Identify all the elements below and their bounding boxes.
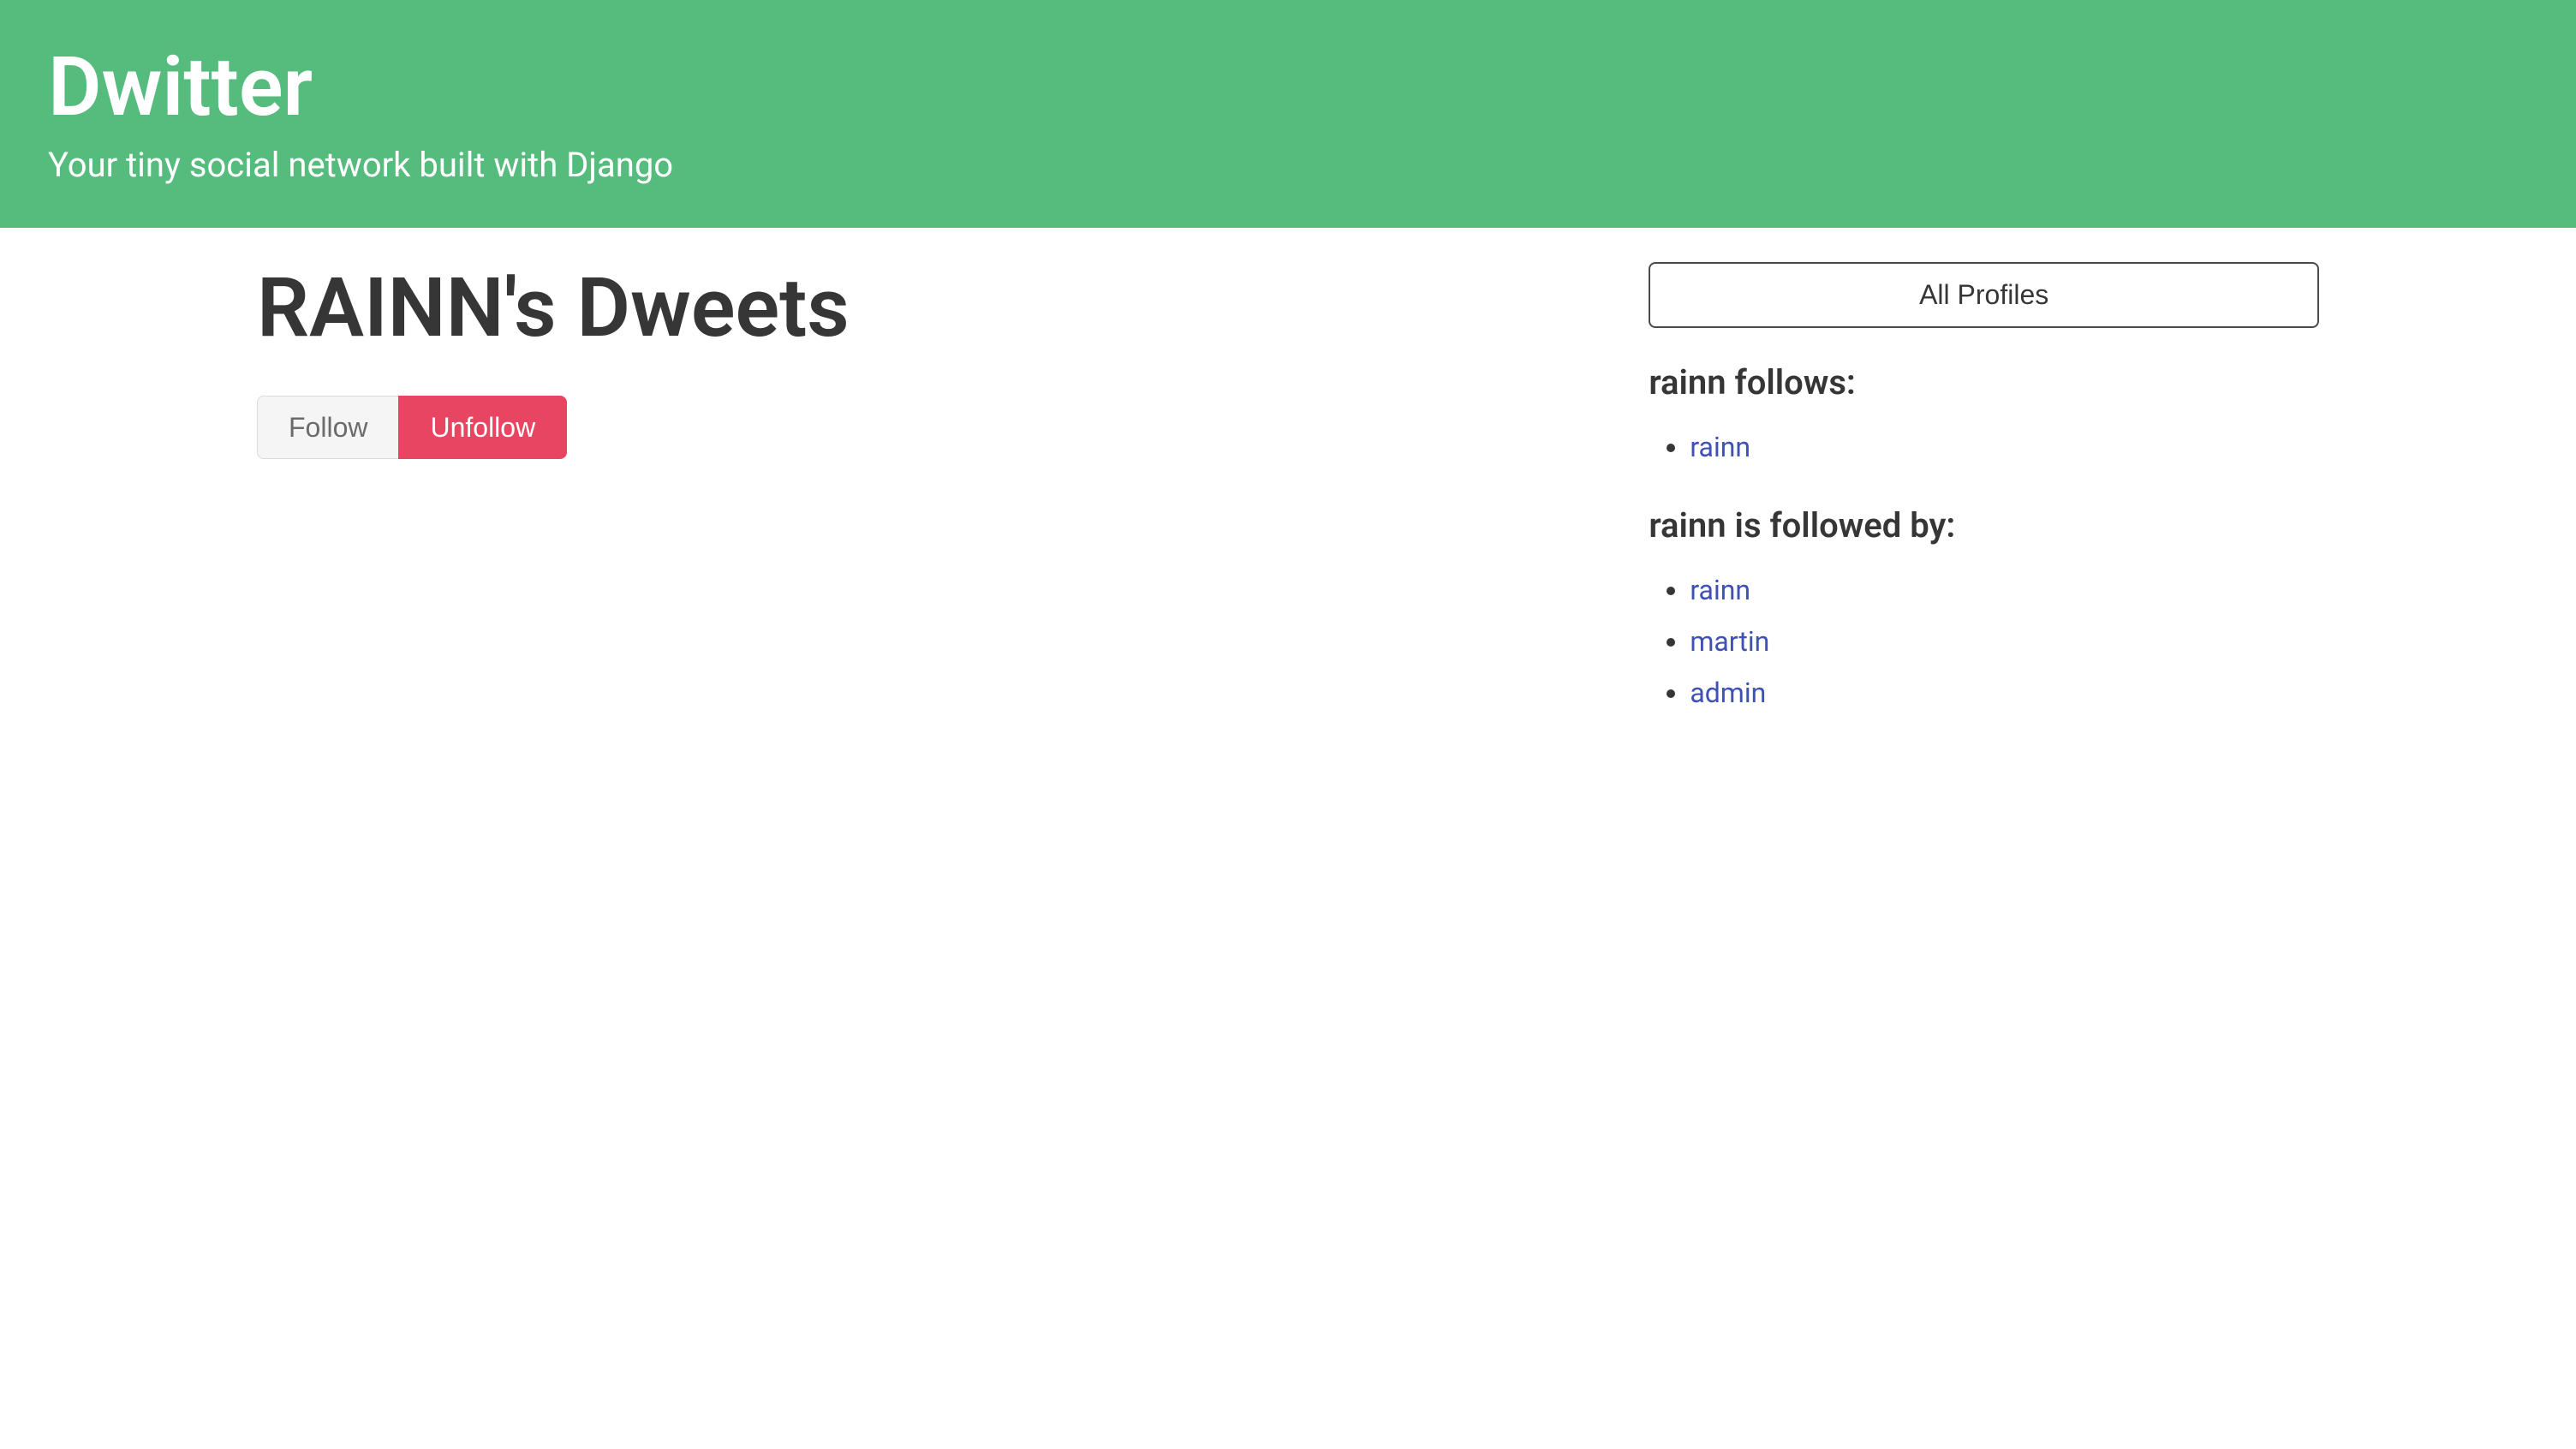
followed-by-list: rainn martin admin <box>1649 569 2319 713</box>
site-title: Dwitter <box>48 41 2528 134</box>
profile-link[interactable]: martin <box>1690 625 1769 658</box>
profile-link[interactable]: rainn <box>1690 574 1750 606</box>
follow-button[interactable]: Follow <box>257 396 398 459</box>
sidebar-column: All Profiles rainn follows: rainn rainn … <box>1649 262 2576 751</box>
all-profiles-button[interactable]: All Profiles <box>1649 262 2319 328</box>
list-item: martin <box>1690 621 2319 662</box>
list-item: rainn <box>1690 569 2319 611</box>
profile-link[interactable]: rainn <box>1690 431 1750 463</box>
followed-by-heading: rainn is followed by: <box>1649 505 2319 546</box>
hero-banner: Dwitter Your tiny social network built w… <box>0 0 2576 228</box>
list-item: admin <box>1690 672 2319 713</box>
profile-link[interactable]: admin <box>1690 677 1766 709</box>
main-container: RAINN's Dweets Follow Unfollow All Profi… <box>0 228 2576 785</box>
list-item: rainn <box>1690 426 2319 468</box>
page-title: RAINN's Dweets <box>257 262 1597 355</box>
follows-heading: rainn follows: <box>1649 362 2319 402</box>
main-column: RAINN's Dweets Follow Unfollow <box>0 262 1649 751</box>
site-subtitle: Your tiny social network built with Djan… <box>48 144 2528 187</box>
follow-button-group: Follow Unfollow <box>257 396 1597 459</box>
unfollow-button[interactable]: Unfollow <box>398 396 567 459</box>
follows-list: rainn <box>1649 426 2319 468</box>
